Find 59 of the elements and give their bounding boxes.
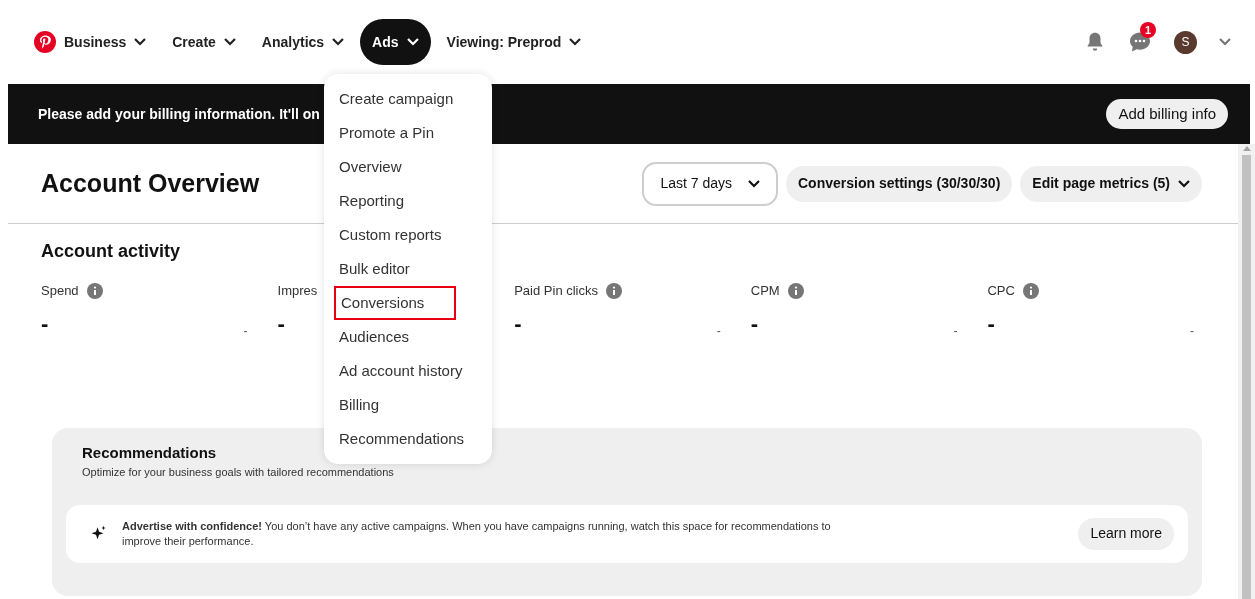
info-icon	[787, 282, 804, 299]
metric-label: CPM	[750, 282, 780, 300]
info-icon	[606, 282, 622, 299]
metric-value: -	[987, 309, 995, 338]
scrollbar-thumb[interactable]	[1242, 155, 1251, 599]
metric-label: Spend	[41, 282, 79, 300]
add-billing-button[interactable]: Add billing info	[1106, 99, 1228, 129]
date-range-dropdown[interactable]: Last 7 days	[642, 161, 778, 206]
menu-item[interactable]: Custom reports	[324, 218, 492, 252]
chevron-down-icon	[1219, 38, 1231, 46]
info-icon	[1022, 282, 1039, 299]
chevron-down-icon	[748, 179, 760, 188]
chevron-down-icon	[332, 38, 345, 46]
metric-value: -	[277, 309, 285, 338]
menu-item[interactable]: Bulk editor	[324, 252, 492, 286]
recommendations-subtitle: Optimize for your business goals with tailored recommendations	[82, 465, 394, 480]
menu-item[interactable]: Create campaign	[324, 82, 492, 116]
logo-icon	[34, 31, 56, 53]
recommendations-title: Recommendations	[82, 442, 217, 463]
info-icon	[86, 282, 103, 299]
nav-tab[interactable]: Create	[162, 19, 246, 65]
menu-item[interactable]: Audiences	[324, 320, 492, 354]
notification-badge: 1	[1140, 22, 1156, 38]
chevron-down-icon	[1178, 179, 1190, 188]
metric-change: -	[716, 322, 721, 340]
menu-item[interactable]: Ad account history	[324, 354, 492, 388]
chevron-down-icon	[569, 38, 582, 46]
metric-change: -	[243, 322, 248, 340]
metric-value: -	[750, 309, 759, 338]
menu-item[interactable]: Conversions	[334, 286, 456, 320]
metric-label: CPC	[987, 282, 1015, 300]
scroll-up-icon[interactable]	[1242, 146, 1251, 151]
metric-label: Impres	[277, 282, 318, 300]
metric-label: Paid Pin clicks	[514, 282, 598, 300]
metric-value: -	[41, 309, 49, 338]
learn-more-button[interactable]: Learn more	[1078, 517, 1174, 550]
chevron-down-icon	[406, 38, 419, 46]
scrollbar[interactable]	[1238, 144, 1255, 599]
menu-item[interactable]: Overview	[324, 150, 492, 184]
nav-tab[interactable]: Ads	[360, 19, 431, 65]
page-title: Account Overview	[41, 167, 260, 199]
nav-tab[interactable]: Business	[34, 19, 157, 65]
edit-metrics-button[interactable]: Edit page metrics (5)	[1020, 165, 1202, 202]
recommendation-text: Advertise with confidence! You don’t have any active campaigns. When you have campaigns running, watch this space for recommendations to improve their performance.	[122, 518, 832, 549]
menu-item[interactable]: Promote a Pin	[324, 116, 492, 150]
menu-item[interactable]: Reporting	[324, 184, 492, 218]
metric-change: -	[1190, 322, 1194, 340]
metric-value: -	[514, 309, 522, 338]
metric-change: -	[953, 322, 958, 340]
menu-item[interactable]: Recommendations	[324, 422, 492, 456]
chevron-down-icon	[223, 38, 236, 46]
avatar[interactable]: S	[1174, 30, 1197, 54]
conversion-settings-button[interactable]: Conversion settings (30/30/30)	[786, 165, 1013, 202]
section-title: Account activity	[41, 240, 181, 263]
nav-tab[interactable]: Analytics	[251, 19, 355, 65]
banner-text: Please add your billing information. It'll on	[38, 104, 320, 124]
nav-tab[interactable]: Viewing: Preprod	[436, 19, 592, 65]
menu-item[interactable]: Billing	[324, 388, 492, 422]
chevron-down-icon	[134, 38, 147, 46]
